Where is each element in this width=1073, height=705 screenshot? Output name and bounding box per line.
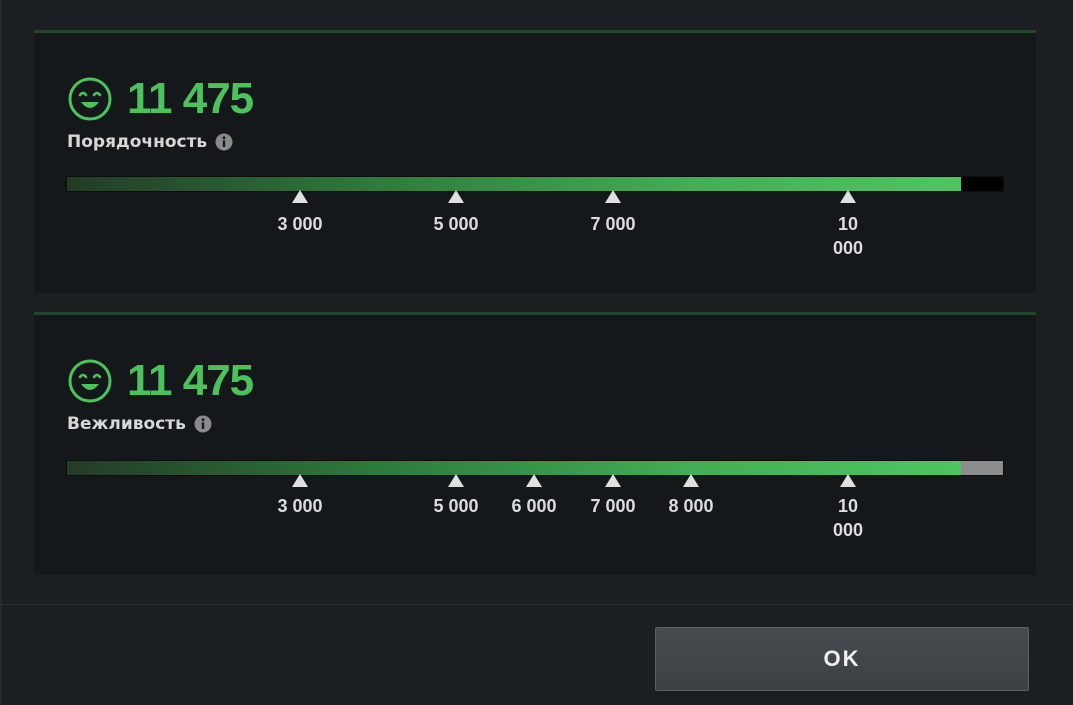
threshold-marker-icon: [840, 474, 856, 487]
threshold-label: 7 000: [590, 214, 636, 234]
conduct-score: 11 475: [127, 74, 254, 123]
threshold-label: 3 000: [277, 214, 323, 234]
threshold-label: 6 000: [511, 496, 557, 516]
threshold-label: 5 000: [433, 496, 479, 516]
progress-rest: [961, 461, 1003, 475]
threshold-marker-icon: [605, 474, 621, 487]
smiley-icon: [68, 359, 112, 403]
threshold-marker-icon: [292, 190, 308, 203]
threshold-label: 3 000: [277, 496, 323, 516]
threshold-marker-icon: [683, 474, 699, 487]
label-row: Порядочность: [67, 132, 233, 152]
progress-fill: [67, 177, 961, 191]
politeness-panel: 11 475 Вежливость 3 000 5 000 6 000 7 000 8 …: [34, 312, 1036, 575]
threshold-marker-icon: [840, 190, 856, 203]
threshold-label: 7 000: [590, 496, 636, 516]
ok-button[interactable]: OK: [655, 627, 1029, 691]
conduct-label: Порядочность: [67, 132, 208, 152]
progress-rest: [961, 177, 1003, 191]
conduct-panel: 11 475 Порядочность 3 000 5 000 7 000 10 00…: [34, 30, 1036, 293]
score-row: 11 475: [67, 73, 254, 125]
footer-divider: [0, 604, 1073, 605]
threshold-label: 5 000: [433, 214, 479, 234]
threshold-marker-icon: [526, 474, 542, 487]
threshold-marker-icon: [448, 474, 464, 487]
threshold-label: 8 000: [668, 496, 714, 516]
politeness-score: 11 475: [127, 356, 254, 405]
smiley-icon: [68, 77, 112, 121]
info-icon[interactable]: [215, 133, 233, 151]
score-row: 11 475: [67, 355, 254, 407]
threshold-label: 10 000: [832, 214, 864, 258]
threshold-label: 10 000: [832, 496, 864, 540]
info-icon[interactable]: [194, 415, 212, 433]
threshold-marker-icon: [605, 190, 621, 203]
label-row: Вежливость: [67, 414, 212, 434]
threshold-marker-icon: [448, 190, 464, 203]
progress-bar: [66, 176, 1004, 192]
politeness-label: Вежливость: [67, 414, 186, 434]
window-left-edge: [0, 0, 2, 705]
progress-fill: [67, 461, 961, 475]
threshold-marker-icon: [292, 474, 308, 487]
